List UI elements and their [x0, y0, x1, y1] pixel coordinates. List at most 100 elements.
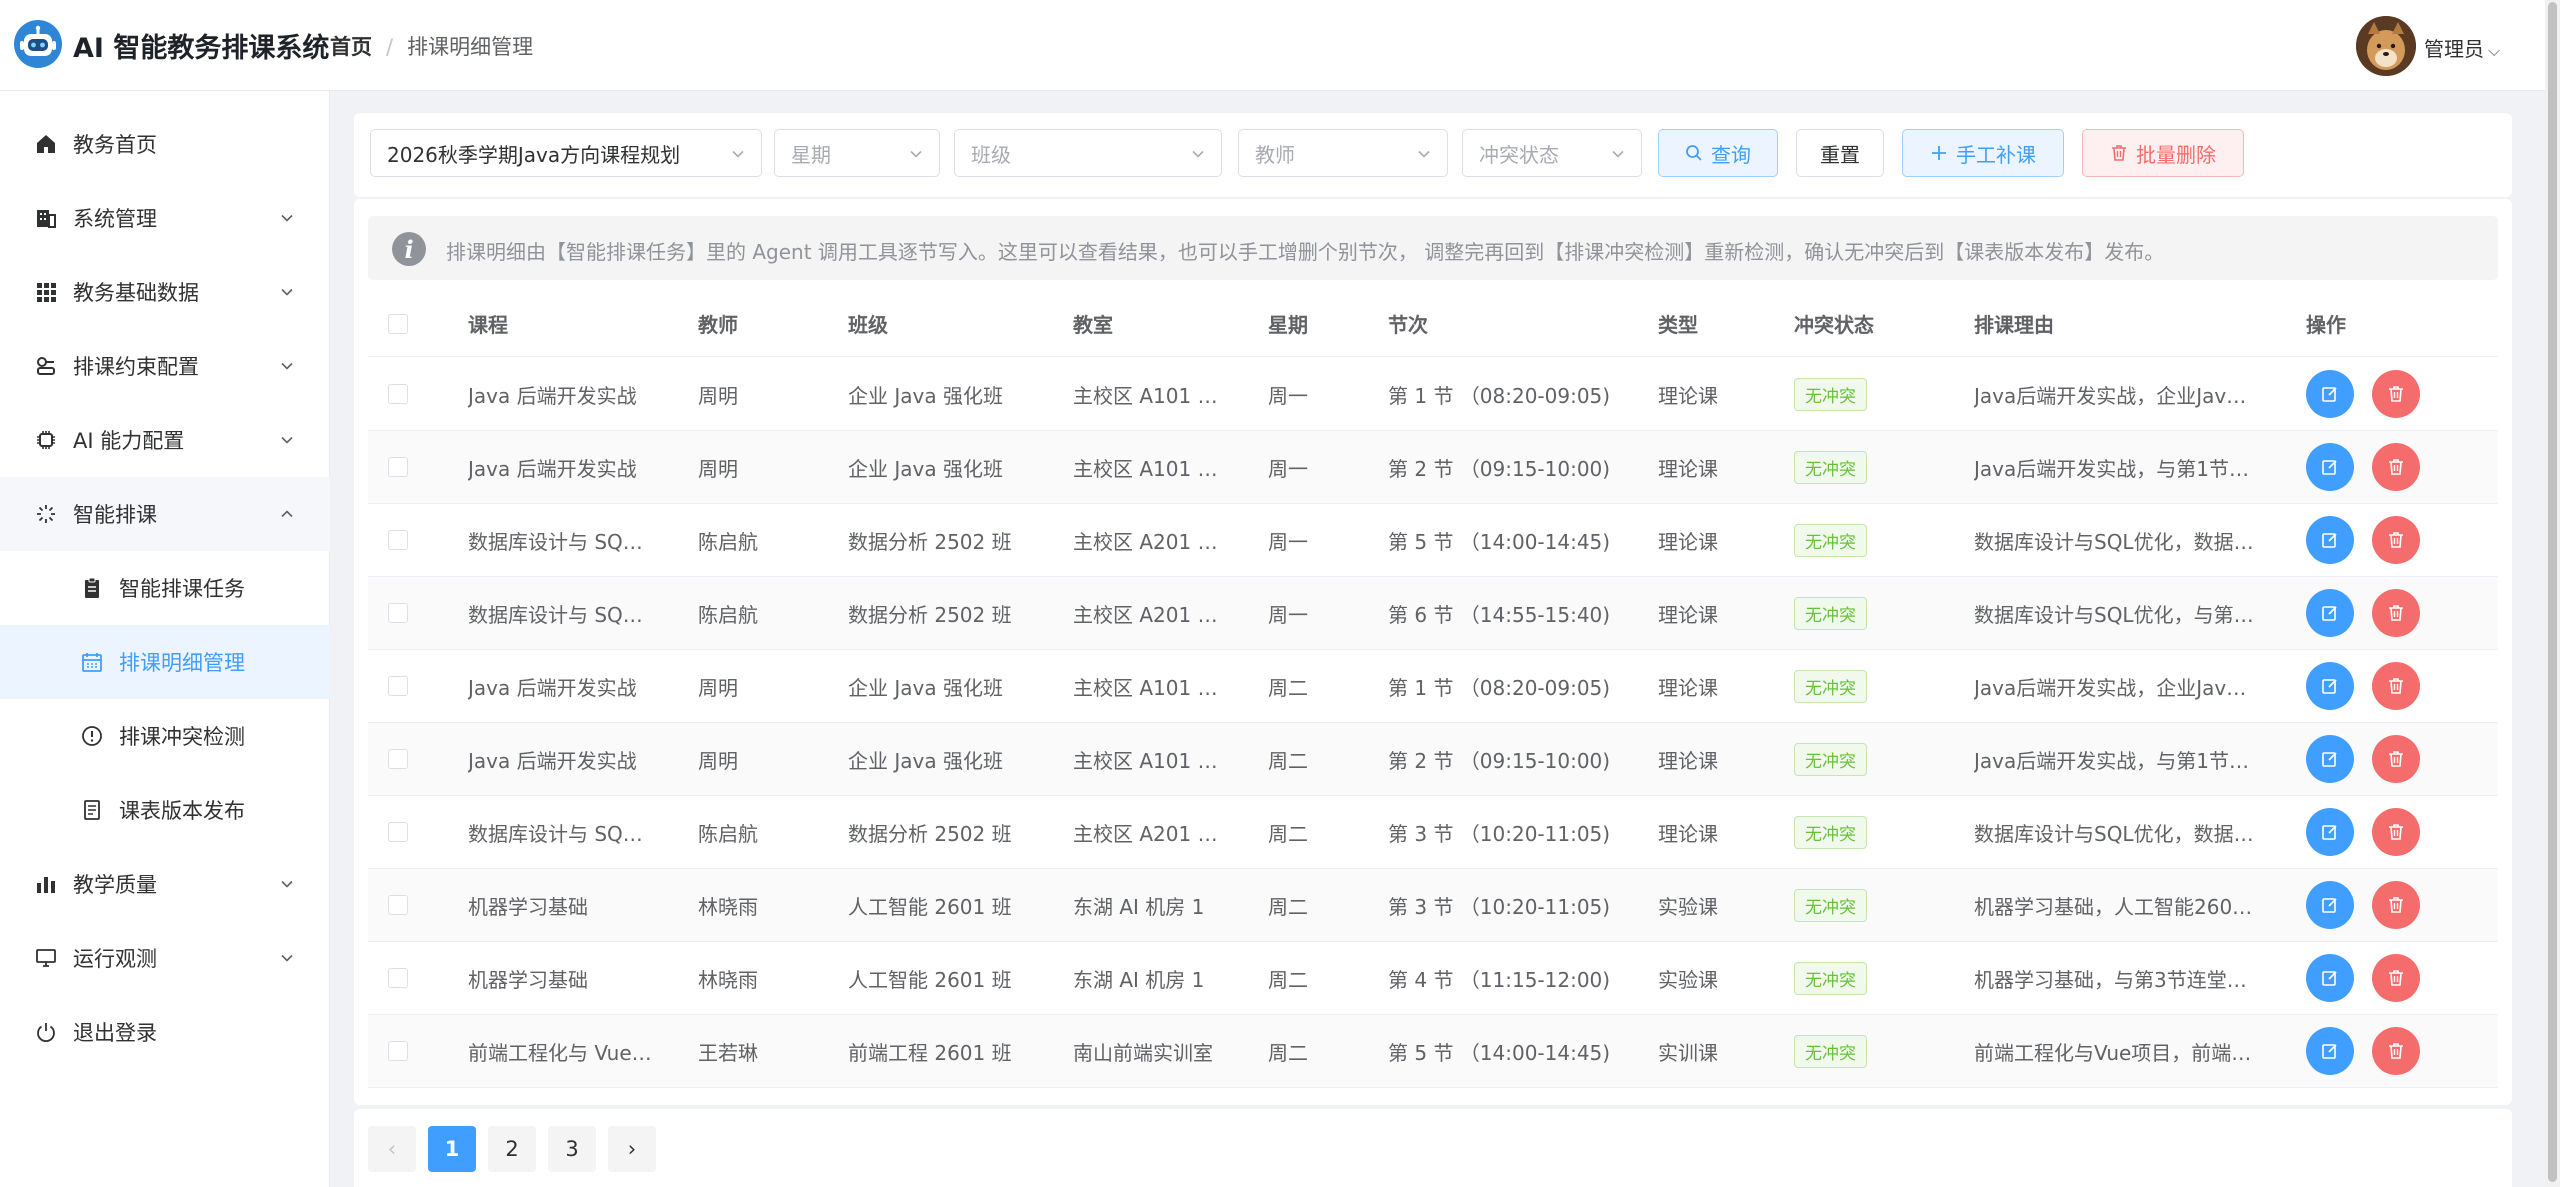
- column-header: 冲突状态: [1794, 313, 1874, 337]
- prev-page-button[interactable]: ‹: [368, 1126, 416, 1172]
- sidebar-item-conflict-check[interactable]: 排课冲突检测: [0, 699, 330, 773]
- edit-button[interactable]: [2306, 662, 2354, 710]
- cell-type: 理论课: [1658, 383, 1718, 408]
- sidebar-item-teaching-quality[interactable]: 教学质量: [0, 847, 330, 921]
- page-1-button[interactable]: 1: [428, 1126, 476, 1172]
- breadcrumb-current: 排课明细管理: [407, 35, 534, 59]
- class-select[interactable]: 班级: [954, 129, 1222, 177]
- edit-button[interactable]: [2306, 735, 2354, 783]
- sidebar-item-label: 智能排课任务: [119, 577, 245, 601]
- chevron-down-icon: [1192, 150, 1204, 158]
- next-page-button[interactable]: ›: [608, 1126, 656, 1172]
- delete-button[interactable]: [2372, 735, 2420, 783]
- cell-day: 周二: [1268, 967, 1308, 992]
- sidebar-item-scheduling-task[interactable]: 智能排课任务: [0, 551, 330, 625]
- table-row: 前端工程化与 Vue… 王若琳 前端工程 2601 班 南山前端实训室 周二 第 5 节 …: [368, 1015, 2498, 1088]
- edit-button[interactable]: [2306, 443, 2354, 491]
- row-checkbox[interactable]: [388, 895, 408, 915]
- cell-teacher: 陈启航: [698, 602, 758, 627]
- reset-button-label: 重置: [1820, 142, 1860, 167]
- reset-button[interactable]: 重置: [1796, 129, 1884, 177]
- delete-button[interactable]: [2372, 662, 2420, 710]
- edit-icon: [2321, 531, 2339, 549]
- chevron-down-icon: [732, 150, 744, 158]
- delete-button[interactable]: [2372, 370, 2420, 418]
- query-button[interactable]: 查询: [1658, 129, 1778, 177]
- trash-icon: [2387, 1042, 2405, 1060]
- chevron-left-icon: ‹: [387, 1137, 397, 1161]
- sidebar-item-ai-config[interactable]: AI 能力配置: [0, 403, 330, 477]
- manual-add-button[interactable]: 手工补课: [1902, 129, 2064, 177]
- delete-button[interactable]: [2372, 808, 2420, 856]
- delete-button[interactable]: [2372, 1027, 2420, 1075]
- select-all-checkbox[interactable]: [388, 314, 408, 334]
- row-checkbox[interactable]: [388, 603, 408, 623]
- sidebar-item-basic-data[interactable]: 教务基础数据: [0, 255, 330, 329]
- edit-button[interactable]: [2306, 881, 2354, 929]
- delete-button[interactable]: [2372, 516, 2420, 564]
- page-number: 3: [565, 1137, 579, 1161]
- sidebar-item-version-publish[interactable]: 课表版本发布: [0, 773, 330, 847]
- row-checkbox[interactable]: [388, 530, 408, 550]
- row-checkbox[interactable]: [388, 822, 408, 842]
- edit-button[interactable]: [2306, 516, 2354, 564]
- plan-select[interactable]: 2026秋季学期Java方向课程规划: [370, 129, 762, 177]
- scrollbar-thumb[interactable]: [2548, 2, 2557, 1182]
- cell-period: 第 2 节 （09:15-10:00): [1388, 748, 1611, 773]
- row-checkbox[interactable]: [388, 749, 408, 769]
- sidebar-item-monitoring[interactable]: 运行观测: [0, 921, 330, 995]
- building-icon: [34, 206, 58, 230]
- delete-button[interactable]: [2372, 443, 2420, 491]
- user-menu[interactable]: 管理员 ⌵: [2424, 33, 2500, 62]
- edit-icon: [2321, 458, 2339, 476]
- schedule-table-panel: i 排课明细由【智能排课任务】里的 Agent 调用工具逐节写入。这里可以查看结…: [354, 199, 2512, 1105]
- cell-type: 理论课: [1658, 456, 1718, 481]
- trash-icon: [2387, 458, 2405, 476]
- row-checkbox[interactable]: [388, 457, 408, 477]
- cell-day: 周二: [1268, 675, 1308, 700]
- cell-period: 第 1 节 （08:20-09:05): [1388, 675, 1611, 700]
- breadcrumb-home[interactable]: 首页: [330, 35, 372, 59]
- cell-reason: 数据库设计与SQL优化，与第…: [1974, 602, 2254, 627]
- cell-day: 周一: [1268, 383, 1308, 408]
- cell-room: 主校区 A201 …: [1073, 602, 1218, 627]
- sidebar-item-home[interactable]: 教务首页: [0, 107, 330, 181]
- page-2-button[interactable]: 2: [488, 1126, 536, 1172]
- delete-button[interactable]: [2372, 881, 2420, 929]
- cell-class: 前端工程 2601 班: [848, 1040, 1012, 1065]
- edit-button[interactable]: [2306, 370, 2354, 418]
- sidebar-item-logout[interactable]: 退出登录: [0, 995, 330, 1069]
- sidebar-item-label: 排课明细管理: [119, 651, 245, 675]
- weekday-select[interactable]: 星期: [774, 129, 940, 177]
- sidebar-item-smart-scheduling[interactable]: 智能排课: [0, 477, 330, 551]
- conflict-status-select[interactable]: 冲突状态: [1462, 129, 1642, 177]
- row-checkbox[interactable]: [388, 968, 408, 988]
- edit-button[interactable]: [2306, 954, 2354, 1002]
- sidebar-item-schedule-detail[interactable]: 排课明细管理: [0, 625, 330, 699]
- row-checkbox[interactable]: [388, 676, 408, 696]
- sidebar-item-system[interactable]: 系统管理: [0, 181, 330, 255]
- cell-teacher: 周明: [698, 748, 738, 773]
- cell-room: 南山前端实训室: [1073, 1040, 1213, 1065]
- page-scrollbar[interactable]: [2545, 0, 2560, 1187]
- sidebar-item-label: 运行观测: [73, 947, 157, 971]
- row-checkbox[interactable]: [388, 384, 408, 404]
- edit-button[interactable]: [2306, 808, 2354, 856]
- chevron-down-icon: [1612, 150, 1624, 158]
- delete-button[interactable]: [2372, 954, 2420, 1002]
- delete-button[interactable]: [2372, 589, 2420, 637]
- cell-course: Java 后端开发实战: [468, 675, 637, 700]
- sidebar-item-constraints[interactable]: 排课约束配置: [0, 329, 330, 403]
- avatar[interactable]: [2356, 16, 2416, 76]
- edit-button[interactable]: [2306, 1027, 2354, 1075]
- row-checkbox[interactable]: [388, 1041, 408, 1061]
- cell-room: 主校区 A101 …: [1073, 383, 1218, 408]
- plus-icon: [1930, 144, 1948, 162]
- edit-button[interactable]: [2306, 589, 2354, 637]
- page-3-button[interactable]: 3: [548, 1126, 596, 1172]
- sidebar-item-label: 排课冲突检测: [119, 725, 245, 749]
- batch-delete-button[interactable]: 批量删除: [2082, 129, 2244, 177]
- teacher-select[interactable]: 教师: [1238, 129, 1448, 177]
- grid-icon: [34, 280, 58, 304]
- cell-course: Java 后端开发实战: [468, 456, 637, 481]
